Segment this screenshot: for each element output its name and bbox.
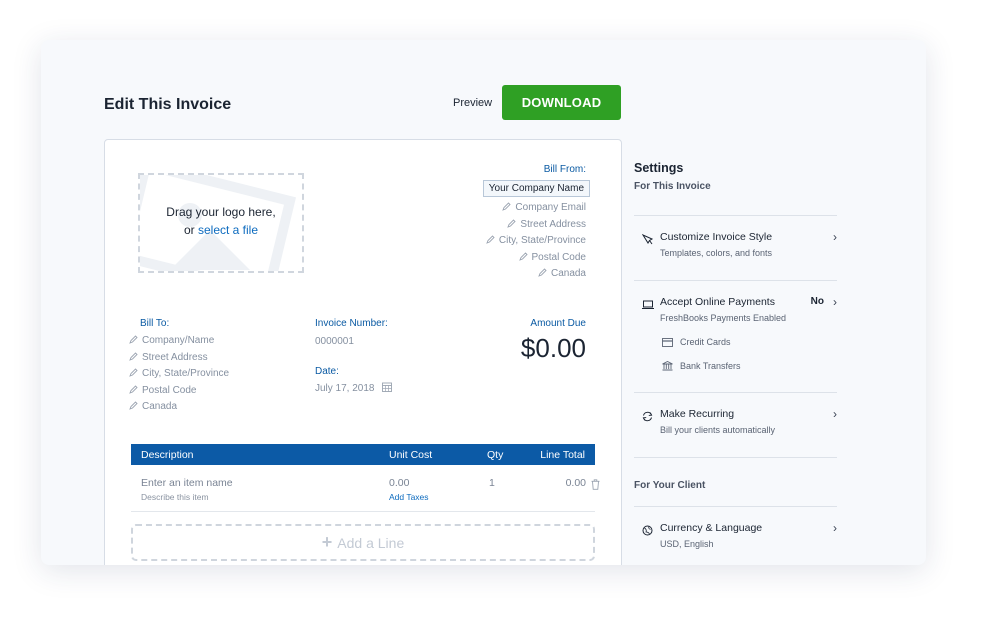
recurring-icon	[642, 409, 653, 427]
pencil-icon	[129, 334, 138, 344]
customize-style-label: Customize Invoice Style	[660, 231, 773, 243]
bank-transfers-label: Bank Transfers	[680, 361, 741, 371]
date-field[interactable]: July 17, 2018	[315, 382, 393, 395]
pencil-icon	[518, 251, 528, 261]
pencil-icon	[502, 201, 512, 211]
invoice-document: Drag your logo here, or select a file Bi…	[104, 139, 622, 565]
make-recurring-desc: Bill your clients automatically	[660, 425, 776, 435]
settings-panel: Settings For This Invoice	[634, 161, 837, 192]
invoice-number-label: Invoice Number:	[315, 318, 388, 329]
company-name-field[interactable]: Your Company Name	[482, 180, 590, 197]
client-postal-field[interactable]: Postal Code	[129, 383, 229, 400]
chevron-right-icon: ›	[833, 521, 837, 535]
client-name-field[interactable]: Company/Name	[129, 333, 229, 350]
qty-header: Qty	[487, 449, 504, 461]
divider	[634, 280, 837, 281]
qty-field[interactable]: 1	[489, 477, 495, 489]
logo-drop-text: Drag your logo here,	[166, 205, 276, 219]
page-title: Edit This Invoice	[104, 96, 232, 113]
settings-title: Settings	[634, 161, 684, 175]
select-file-link[interactable]: select a file	[198, 223, 258, 237]
client-street-field[interactable]: Street Address	[129, 350, 229, 367]
calendar-icon[interactable]	[382, 382, 393, 395]
chevron-right-icon: ›	[833, 295, 837, 309]
divider	[634, 215, 837, 216]
bill-from-title: Bill From:	[543, 164, 586, 175]
bill-to-title: Bill To:	[140, 318, 170, 329]
customize-style-desc: Templates, colors, and fonts	[660, 248, 773, 258]
add-taxes-link[interactable]: Add Taxes	[389, 492, 429, 502]
add-line-label: Add a Line	[337, 534, 405, 551]
logo-dropzone[interactable]: Drag your logo here, or select a file	[138, 173, 304, 273]
unit-cost-field[interactable]: 0.00	[389, 477, 409, 489]
credit-card-icon	[662, 338, 673, 349]
date-label: Date:	[315, 366, 339, 377]
invoice-number-field[interactable]: 0000001	[315, 336, 392, 347]
city-state-field[interactable]: City, State/Province	[483, 233, 586, 250]
add-line-button[interactable]: + Add a Line	[131, 524, 595, 561]
pencil-icon	[129, 400, 138, 410]
postal-code-field[interactable]: Postal Code	[483, 250, 586, 267]
client-city-field[interactable]: City, State/Province	[129, 366, 229, 383]
settings-client-section: For Your Client	[634, 480, 706, 491]
make-recurring-label: Make Recurring	[660, 408, 735, 420]
preview-link[interactable]: Preview	[453, 97, 492, 109]
online-payments-label: Accept Online Payments	[660, 296, 775, 308]
logo-drop-or: or	[183, 223, 198, 237]
divider	[634, 506, 837, 507]
plus-icon: +	[321, 532, 333, 552]
country-field[interactable]: Canada	[483, 266, 586, 283]
globe-icon	[642, 523, 653, 541]
credit-cards-label: Credit Cards	[680, 337, 731, 347]
chevron-right-icon: ›	[833, 407, 837, 421]
currency-language-label: Currency & Language	[660, 522, 763, 534]
bill-to-section: Bill To: Company/Name Street Address Cit…	[129, 318, 229, 416]
line-item-row: Enter an item name Describe this item 0.…	[131, 470, 600, 512]
bill-from-section: Bill From: Your Company Name Company Ema…	[482, 164, 590, 283]
invoice-editor-card: Edit This Invoice Preview DOWNLOAD Drag …	[41, 40, 926, 565]
line-total-header: Line Total	[540, 449, 585, 461]
unit-cost-header: Unit Cost	[389, 449, 433, 461]
pencil-icon	[129, 367, 138, 377]
bank-icon	[662, 360, 673, 373]
chevron-right-icon: ›	[833, 230, 837, 244]
pencil-icon	[129, 384, 138, 394]
divider	[634, 392, 837, 393]
trash-icon[interactable]	[591, 477, 600, 495]
currency-language-desc: USD, English	[660, 539, 714, 549]
laptop-icon	[642, 297, 654, 315]
pencil-icon	[486, 234, 495, 244]
line-total-value: 0.00	[565, 477, 586, 489]
settings-invoice-section: For This Invoice	[634, 181, 711, 192]
brush-icon	[641, 232, 654, 250]
company-email-field[interactable]: Company Email	[483, 200, 586, 217]
pencil-icon	[538, 267, 547, 277]
online-payments-desc: FreshBooks Payments Enabled	[660, 313, 787, 323]
item-description-field[interactable]: Describe this item	[141, 492, 209, 502]
street-address-field[interactable]: Street Address	[483, 217, 586, 234]
pencil-icon	[507, 218, 517, 228]
bank-transfers-option[interactable]: Bank Transfers	[662, 360, 741, 373]
item-name-field[interactable]: Enter an item name	[141, 477, 233, 489]
divider	[634, 457, 837, 458]
online-payments-status: No	[810, 296, 824, 307]
credit-cards-option[interactable]: Credit Cards	[662, 337, 731, 349]
amount-due-value: $0.00	[520, 333, 586, 363]
description-header: Description	[141, 449, 194, 461]
amount-due-section: Amount Due $0.00	[521, 318, 586, 364]
line-items-header: Description Unit Cost Qty Line Total	[131, 444, 595, 465]
pencil-icon	[129, 351, 138, 361]
client-country-field[interactable]: Canada	[129, 399, 229, 416]
download-button[interactable]: DOWNLOAD	[502, 85, 621, 120]
amount-due-label: Amount Due	[530, 318, 586, 329]
invoice-meta: Invoice Number: 0000001 Date: July 17, 2…	[315, 318, 393, 395]
